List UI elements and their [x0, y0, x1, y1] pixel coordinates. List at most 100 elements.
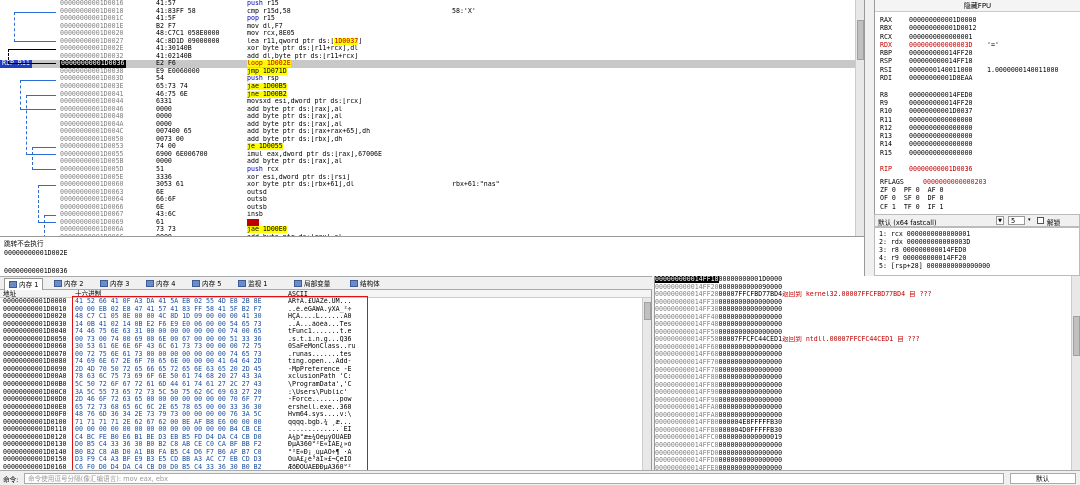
flags-row[interactable]: CF 1 TF 0 IF 1 — [880, 203, 944, 211]
disasm-instruction[interactable]: xor byte ptr ds:[r11+rcx],dl — [247, 45, 358, 53]
register-value[interactable]: 000000000001D0012 — [909, 24, 977, 32]
disasm-row[interactable]: 00000000001D004A 0000 add byte ptr ds:[rax… — [0, 121, 864, 129]
register-row[interactable]: RBP 000000000014FF20 — [875, 49, 1080, 57]
dump-address[interactable]: 00000000001D0040 — [3, 328, 67, 336]
register-row[interactable]: RSP 000000000014FF18 — [875, 57, 1080, 65]
disasm-address[interactable]: 00000000001D002E — [60, 45, 124, 53]
register-value[interactable]: 000000000001D0000 — [909, 16, 977, 24]
disasm-row[interactable]: 00000000001D003E 65:73 74 jae 1D00B5 — [0, 83, 864, 91]
register-value[interactable]: 0000000000000000 — [909, 140, 973, 148]
tab-2[interactable]: 内存 2 — [50, 278, 87, 290]
register-row[interactable]: RAX 000000000001D0000 — [875, 16, 1080, 24]
disasm-address[interactable]: 00000000001D004A — [60, 121, 124, 129]
register-value[interactable]: 00000000001D8EAA — [909, 74, 973, 82]
register-value[interactable]: 0000000000000000 — [909, 124, 973, 132]
dump-address[interactable]: 00000000001D0000 — [3, 298, 67, 306]
register-row[interactable]: R15 0000000000000000 — [875, 149, 1080, 157]
disasm-row[interactable]: 00000000001D0050 0073 00 add byte ptr ds:[… — [0, 136, 864, 144]
disasm-row[interactable]: 00000000001D0032 41:02140B add dl,byte ptr… — [0, 53, 864, 61]
stack-row[interactable]: 000000000014FF1800000000001D0000 — [655, 276, 1080, 284]
stack-address[interactable]: 000000000014FF70 — [655, 359, 719, 366]
tab-3[interactable]: 内存 3 — [96, 278, 133, 290]
spinner-icon[interactable]: ▾ — [1028, 216, 1034, 225]
register-value[interactable]: 00000000001D0036 — [909, 165, 973, 173]
stack-address[interactable]: 000000000014FF38 — [655, 306, 719, 313]
disasm-row[interactable]: 00000000001D005B 0000 add byte ptr ds:[rax… — [0, 158, 864, 166]
disasm-address[interactable]: 00000000001D005E — [60, 174, 124, 182]
disasm-row[interactable]: 00000000001D005E 3336 xor esi,dword ptr ds… — [0, 174, 864, 182]
disasm-instruction[interactable]: je 1D0055 — [247, 143, 283, 151]
stack-value[interactable]: 0000000000000000 — [719, 442, 783, 449]
disasm-instruction[interactable]: outsb — [247, 196, 267, 204]
tab-7[interactable]: 局部变量 — [290, 278, 334, 290]
calling-convention-select[interactable]: 默认 (x64 fastcall) — [878, 217, 937, 227]
disasm-address[interactable]: 00000000001D0055 — [60, 151, 124, 159]
disasm-address[interactable]: 00000000001D0020 — [60, 30, 124, 38]
stack-row[interactable]: 000000000014FFD00000000000000000 — [655, 450, 1080, 458]
register-value[interactable]: 000000000000003D — [909, 41, 973, 49]
disasm-instruction[interactable]: xor esi,dword ptr ds:[rsi] — [247, 174, 350, 182]
disasm-address[interactable]: 00000000001D0046 — [60, 106, 124, 114]
disasm-row[interactable]: 00000000001D0067 43:6C insb — [0, 211, 864, 219]
stack-row[interactable]: 000000000014FF200000000000090000 — [655, 284, 1080, 292]
disasm-address[interactable]: 00000000001D0041 — [60, 91, 124, 99]
disasm-instruction[interactable]: jae 1D00B5 — [247, 83, 287, 91]
stack-address[interactable]: 000000000014FFB8 — [655, 427, 719, 434]
disasm-row[interactable]: 00000000001D0044 6331 movsxd esi,dword ptr… — [0, 98, 864, 106]
dump-address[interactable]: 00000000001D0120 — [3, 434, 67, 442]
dump-address[interactable]: 00000000001D0100 — [3, 419, 67, 427]
disasm-instruction[interactable]: movsxd esi,dword ptr ds:[rcx] — [247, 98, 362, 106]
tab-4[interactable]: 内存 4 — [142, 278, 179, 290]
arg-count-input[interactable]: 5 — [1008, 216, 1025, 225]
register-row[interactable]: RIP 00000000001D0036 — [875, 165, 1080, 173]
stack-address[interactable]: 000000000014FFA0 — [655, 404, 719, 411]
call-args-view[interactable]: 1: rcx 0000000000000001 2: rdx 0000000000… — [874, 227, 1080, 276]
disasm-instruction[interactable]: push rsp — [247, 75, 279, 83]
stack-value[interactable]: 00000000001D0000 — [719, 276, 783, 283]
disasm-instruction[interactable]: push r15 — [247, 0, 279, 8]
disasm-address[interactable]: 00000000001D0064 — [60, 196, 124, 204]
disasm-instruction[interactable]: jmp 1D071D — [247, 67, 287, 76]
tab-6[interactable]: 监视 1 — [234, 278, 271, 290]
disassembly-view[interactable]: 00000000001D0016 41:57 push r15 00000000001… — [0, 0, 865, 236]
register-value[interactable]: 0000000000000000 — [909, 116, 973, 124]
register-row[interactable]: R11 0000000000000000 — [875, 116, 1080, 124]
command-mode-select[interactable]: 默认 — [1010, 473, 1076, 484]
stack-address[interactable]: 000000000014FF80 — [655, 374, 719, 381]
flags-row[interactable]: OF 0 SF 0 DF 0 — [880, 194, 944, 202]
register-value[interactable]: 000000000014FF18 — [909, 57, 973, 65]
register-row[interactable] — [875, 82, 1080, 90]
disasm-row[interactable]: 00000000001D0038 E9 E0060000 jmp 1D071D — [0, 67, 864, 76]
dump-address[interactable]: 00000000001D0030 — [3, 321, 67, 329]
dump-address[interactable]: 00000000001D0020 — [3, 313, 67, 321]
disasm-instruction[interactable]: add byte ptr ds:[rbx],dh — [247, 136, 342, 144]
register-row[interactable]: R8 000000000014FED0 — [875, 91, 1080, 99]
disasm-row[interactable]: 00000000001D0048 0000 add byte ptr ds:[rax… — [0, 113, 864, 121]
disasm-address[interactable]: 00000000001D0069 — [60, 219, 124, 227]
stack-value[interactable]: 00007FFCFBD77BD4 — [719, 291, 783, 298]
stack-row[interactable]: 000000000014FFC00000000000000019 — [655, 434, 1080, 442]
hide-fpu-button[interactable]: 隐藏FPU — [875, 0, 1080, 12]
stack-address[interactable]: 000000000014FF20 — [655, 284, 719, 291]
dump-address[interactable]: 00000000001D00A0 — [3, 373, 67, 381]
stack-address[interactable]: 000000000014FF78 — [655, 367, 719, 374]
register-value[interactable]: 0000000140011000 — [909, 66, 973, 74]
disasm-instruction[interactable]: outsb — [247, 204, 267, 212]
disasm-address[interactable]: 00000000001D004C — [60, 128, 124, 136]
disasm-address[interactable]: 00000000001D0018 — [60, 8, 124, 16]
stack-value[interactable]: 0000000000000000 — [719, 344, 783, 351]
stack-row[interactable]: 000000000014FF680000000000000000 — [655, 351, 1080, 359]
disasm-address[interactable]: 00000000001D005B — [60, 158, 124, 166]
disasm-instruction[interactable]: insb — [247, 211, 263, 219]
disasm-instruction[interactable]: add byte ptr ds:[rax],al — [247, 121, 342, 129]
disasm-instruction[interactable]: outsd — [247, 189, 267, 197]
disasm-instruction[interactable]: xor byte ptr ds:[rbx+61],dl — [247, 181, 354, 189]
stack-value[interactable]: 0000000000000000 — [719, 389, 783, 396]
stack-value[interactable]: 0000000000000000 — [719, 359, 783, 366]
disasm-instruction[interactable]: add byte ptr ds:[rax+rax+65],dh — [247, 128, 370, 136]
disasm-instruction[interactable]: add byte ptr ds:[rax],al — [247, 106, 342, 114]
disasm-address[interactable]: 00000000001D0048 — [60, 113, 124, 121]
register-row[interactable]: R12 0000000000000000 — [875, 124, 1080, 132]
disasm-instruction[interactable]: add byte ptr ds:[rax],al — [247, 113, 342, 121]
disasm-address[interactable]: 00000000001D0038 — [60, 68, 124, 76]
